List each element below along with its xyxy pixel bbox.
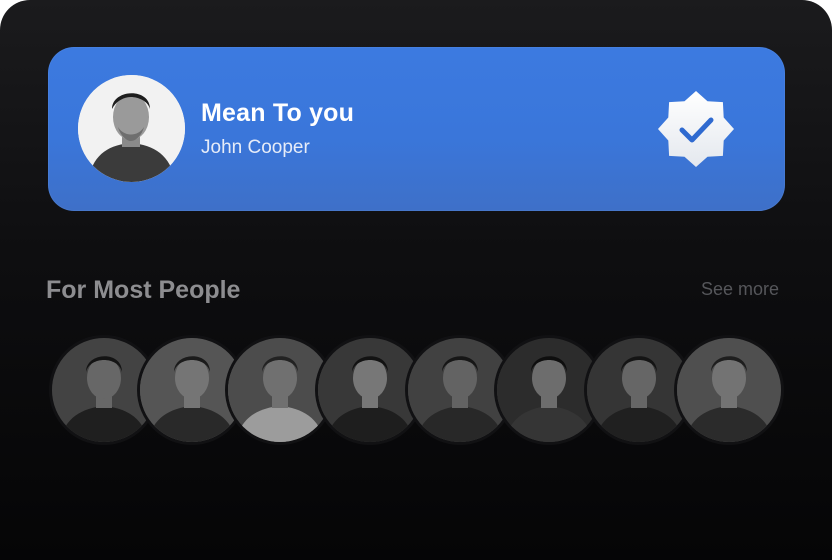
artist-avatar bbox=[78, 75, 185, 182]
person-portrait-icon bbox=[78, 75, 185, 182]
person-portrait-icon bbox=[228, 338, 332, 442]
person-avatar[interactable] bbox=[228, 338, 332, 442]
person-avatar[interactable] bbox=[497, 338, 601, 442]
people-avatar-row bbox=[0, 338, 832, 448]
verified-check-icon bbox=[658, 91, 734, 167]
person-portrait-icon bbox=[677, 338, 781, 442]
featured-song-card[interactable]: Mean To you John Cooper bbox=[48, 47, 785, 211]
person-portrait-icon bbox=[587, 338, 691, 442]
app-panel: Mean To you John Cooper For Most People … bbox=[0, 0, 832, 560]
person-avatar[interactable] bbox=[587, 338, 691, 442]
person-portrait-icon bbox=[497, 338, 601, 442]
person-avatar[interactable] bbox=[318, 338, 422, 442]
song-title: Mean To you bbox=[201, 99, 355, 127]
person-portrait-icon bbox=[318, 338, 422, 442]
see-more-link[interactable]: See more bbox=[701, 279, 779, 300]
person-avatar[interactable] bbox=[677, 338, 781, 442]
artist-name: John Cooper bbox=[201, 137, 310, 158]
section-title: For Most People bbox=[46, 276, 241, 304]
